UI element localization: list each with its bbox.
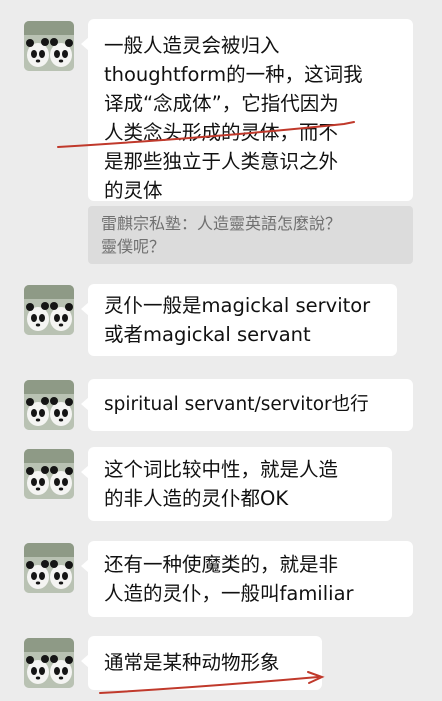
quoted-line: 靈僕呢？ bbox=[101, 237, 166, 256]
message-bubble[interactable]: 灵仆一般是magickal servitor 或者magickal servan… bbox=[81, 284, 397, 356]
quoted-line: 雷麒宗私塾：人造靈英語怎麼說？ bbox=[101, 214, 342, 233]
panda-pair-avatar-icon bbox=[24, 285, 74, 335]
message-line: 人类念头形成的灵体，而不 bbox=[104, 121, 339, 144]
avatar[interactable] bbox=[24, 21, 74, 71]
message-line: 灵仆一般是magickal servitor bbox=[104, 294, 371, 317]
message-line: 的非人造的灵仆都OK bbox=[104, 487, 289, 510]
message-line: 人造的灵仆，一般叫familiar bbox=[104, 582, 354, 605]
avatar[interactable] bbox=[24, 543, 74, 593]
message-line: 还有一种使魔类的，就是非 bbox=[104, 553, 339, 576]
avatar[interactable] bbox=[24, 449, 74, 499]
avatar[interactable] bbox=[24, 285, 74, 335]
message-line: 一般人造灵会被归入 bbox=[104, 34, 280, 57]
message-line: 这个词比较中性，就是人造 bbox=[104, 458, 339, 481]
message-bubble[interactable]: spiritual servant/servitor也行 bbox=[81, 379, 413, 431]
avatar[interactable] bbox=[24, 638, 74, 688]
message-line: 的灵体 bbox=[104, 179, 163, 202]
message-bubble[interactable]: 通常是某种动物形象 bbox=[81, 636, 322, 690]
message-line: 通常是某种动物形象 bbox=[104, 651, 280, 674]
panda-pair-avatar-icon bbox=[24, 543, 74, 593]
panda-pair-avatar-icon bbox=[24, 638, 74, 688]
panda-pair-avatar-icon bbox=[24, 449, 74, 499]
panda-pair-avatar-icon bbox=[24, 21, 74, 71]
message-line: thoughtform的一种，这词我 bbox=[104, 63, 363, 86]
message-line: 或者magickal servant bbox=[104, 323, 311, 346]
message-bubble[interactable]: 还有一种使魔类的，就是非 人造的灵仆，一般叫familiar bbox=[81, 541, 413, 617]
message-line: spiritual servant/servitor也行 bbox=[104, 394, 369, 415]
message-line: 译成“念成体”，它指代因为 bbox=[104, 92, 339, 115]
message-line: 是那些独立于人类意识之外 bbox=[104, 150, 339, 173]
avatar[interactable] bbox=[24, 380, 74, 430]
quoted-message[interactable]: 雷麒宗私塾：人造靈英語怎麼說？ 靈僕呢？ bbox=[88, 206, 413, 264]
panda-pair-avatar-icon bbox=[24, 380, 74, 430]
message-bubble[interactable]: 这个词比较中性，就是人造 的非人造的灵仆都OK bbox=[81, 447, 392, 521]
message-bubble[interactable]: 一般人造灵会被归入 thoughtform的一种，这词我 译成“念成体”，它指代… bbox=[81, 19, 413, 202]
